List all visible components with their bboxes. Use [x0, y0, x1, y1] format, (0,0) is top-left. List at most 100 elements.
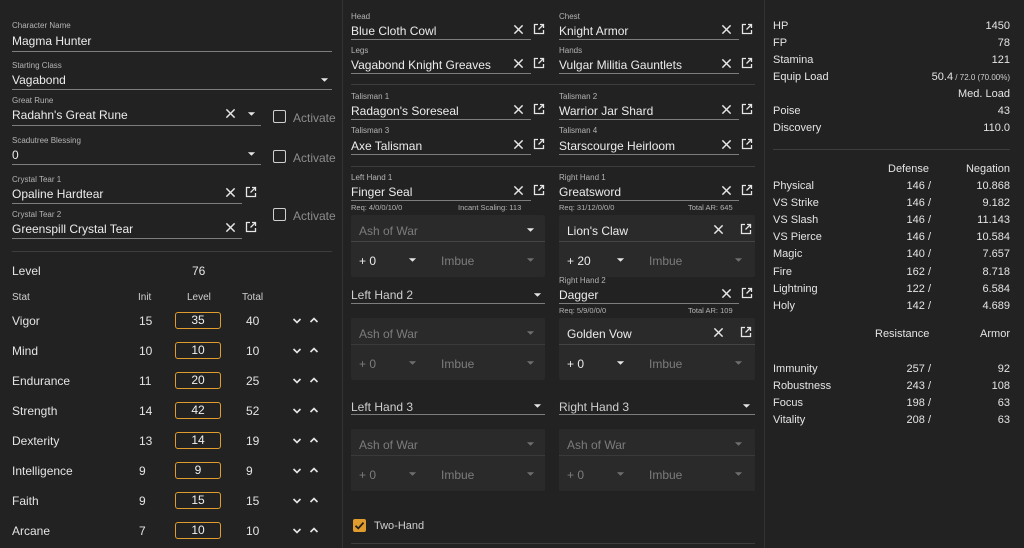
right-hand-1-imbue-select[interactable]: Imbue [649, 254, 682, 268]
close-icon[interactable] [225, 108, 236, 119]
triangle-down-icon[interactable] [526, 227, 535, 233]
left-hand-3-ash-select[interactable]: Ash of War [359, 438, 418, 452]
right-hand-2-upgrade-select[interactable]: + 0 [567, 357, 584, 371]
talisman-4-input[interactable]: Starscourge Heirloom [559, 139, 709, 153]
open-in-new-icon[interactable] [533, 184, 545, 196]
open-in-new-icon[interactable] [245, 186, 257, 198]
chest-input[interactable]: Knight Armor [559, 24, 709, 38]
triangle-down-icon[interactable] [533, 292, 542, 298]
right-hand-1-input[interactable]: Greatsword [559, 185, 709, 199]
left-hand-2-ash-select[interactable]: Ash of War [359, 327, 418, 341]
right-hand-2-ash-input[interactable]: Golden Vow [567, 327, 632, 341]
chevron-down-icon[interactable] [292, 467, 302, 475]
open-in-new-icon[interactable] [741, 287, 753, 299]
triangle-down-icon[interactable] [734, 441, 743, 447]
hands-input[interactable]: Vulgar Militia Gauntlets [559, 58, 717, 72]
crystal-tear-activate-checkbox[interactable] [273, 208, 286, 221]
left-hand-1-upgrade-select[interactable]: + 0 [359, 254, 376, 268]
chevron-up-icon[interactable] [309, 346, 319, 354]
left-hand-2-select[interactable]: Left Hand 2 [351, 288, 413, 302]
scadutree-activate-checkbox[interactable] [273, 150, 286, 163]
triangle-down-icon[interactable] [526, 257, 535, 263]
triangle-down-icon[interactable] [247, 111, 256, 117]
open-in-new-icon[interactable] [740, 223, 752, 235]
triangle-down-icon[interactable] [526, 441, 535, 447]
triangle-down-icon[interactable] [742, 403, 751, 409]
chevron-up-icon[interactable] [309, 466, 319, 474]
crystal-tear-1-input[interactable]: Opaline Hardtear [12, 187, 212, 201]
chevron-down-icon[interactable] [292, 527, 302, 535]
chevron-down-icon[interactable] [292, 407, 302, 415]
right-hand-3-select[interactable]: Right Hand 3 [559, 400, 629, 414]
close-icon[interactable] [513, 58, 524, 69]
triangle-down-icon[interactable] [247, 151, 256, 157]
triangle-down-icon[interactable] [616, 360, 625, 366]
scadutree-blessing-select[interactable]: 0 [12, 148, 212, 162]
chevron-up-icon[interactable] [309, 406, 319, 414]
starting-class-select[interactable]: Vagabond [12, 73, 312, 87]
right-hand-2-input[interactable]: Dagger [559, 288, 709, 302]
close-icon[interactable] [721, 104, 732, 115]
stat-level-input[interactable]: 42 [175, 402, 221, 419]
open-in-new-icon[interactable] [741, 23, 753, 35]
open-in-new-icon[interactable] [741, 138, 753, 150]
close-icon[interactable] [513, 104, 524, 115]
character-name-input[interactable]: Magma Hunter [12, 34, 332, 48]
left-hand-2-imbue-select[interactable]: Imbue [441, 357, 474, 371]
stat-level-input[interactable]: 20 [175, 372, 221, 389]
left-hand-1-input[interactable]: Finger Seal [351, 185, 501, 199]
right-hand-1-ash-input[interactable]: Lion's Claw [567, 224, 628, 238]
open-in-new-icon[interactable] [533, 103, 545, 115]
triangle-down-icon[interactable] [320, 77, 329, 83]
talisman-1-input[interactable]: Radagon's Soreseal [351, 104, 501, 118]
triangle-down-icon[interactable] [616, 257, 625, 263]
chevron-down-icon[interactable] [292, 497, 302, 505]
close-icon[interactable] [721, 288, 732, 299]
triangle-down-icon[interactable] [526, 471, 535, 477]
open-in-new-icon[interactable] [533, 57, 545, 69]
chevron-down-icon[interactable] [292, 437, 302, 445]
close-icon[interactable] [225, 222, 236, 233]
open-in-new-icon[interactable] [740, 326, 752, 338]
triangle-down-icon[interactable] [734, 471, 743, 477]
close-icon[interactable] [513, 24, 524, 35]
triangle-down-icon[interactable] [533, 403, 542, 409]
open-in-new-icon[interactable] [533, 23, 545, 35]
triangle-down-icon[interactable] [734, 360, 743, 366]
crystal-tear-2-input[interactable]: Greenspill Crystal Tear [12, 222, 212, 236]
great-rune-activate-checkbox[interactable] [273, 110, 286, 123]
triangle-down-icon[interactable] [408, 360, 417, 366]
chevron-up-icon[interactable] [309, 526, 319, 534]
close-icon[interactable] [721, 58, 732, 69]
triangle-down-icon[interactable] [526, 360, 535, 366]
triangle-down-icon[interactable] [526, 330, 535, 336]
open-in-new-icon[interactable] [741, 57, 753, 69]
chevron-down-icon[interactable] [292, 347, 302, 355]
open-in-new-icon[interactable] [245, 221, 257, 233]
triangle-down-icon[interactable] [734, 257, 743, 263]
right-hand-2-imbue-select[interactable]: Imbue [649, 357, 682, 371]
close-icon[interactable] [721, 185, 732, 196]
two-hand-checkbox[interactable] [353, 519, 366, 532]
left-hand-3-upgrade-select[interactable]: + 0 [359, 468, 376, 482]
stat-level-input[interactable]: 15 [175, 492, 221, 509]
legs-input[interactable]: Vagabond Knight Greaves [351, 58, 509, 72]
close-icon[interactable] [225, 187, 236, 198]
talisman-3-input[interactable]: Axe Talisman [351, 139, 501, 153]
stat-level-input[interactable]: 10 [175, 522, 221, 539]
right-hand-1-upgrade-select[interactable]: + 20 [567, 254, 591, 268]
close-icon[interactable] [713, 224, 724, 235]
stat-level-input[interactable]: 14 [175, 432, 221, 449]
chevron-down-icon[interactable] [292, 377, 302, 385]
left-hand-1-imbue-select[interactable]: Imbue [441, 254, 474, 268]
chevron-up-icon[interactable] [309, 436, 319, 444]
close-icon[interactable] [513, 139, 524, 150]
open-in-new-icon[interactable] [741, 103, 753, 115]
right-hand-3-upgrade-select[interactable]: + 0 [567, 468, 584, 482]
great-rune-select[interactable]: Radahn's Great Rune [12, 108, 212, 122]
close-icon[interactable] [513, 185, 524, 196]
talisman-2-input[interactable]: Warrior Jar Shard [559, 104, 709, 118]
chevron-up-icon[interactable] [309, 316, 319, 324]
close-icon[interactable] [721, 139, 732, 150]
triangle-down-icon[interactable] [408, 257, 417, 263]
